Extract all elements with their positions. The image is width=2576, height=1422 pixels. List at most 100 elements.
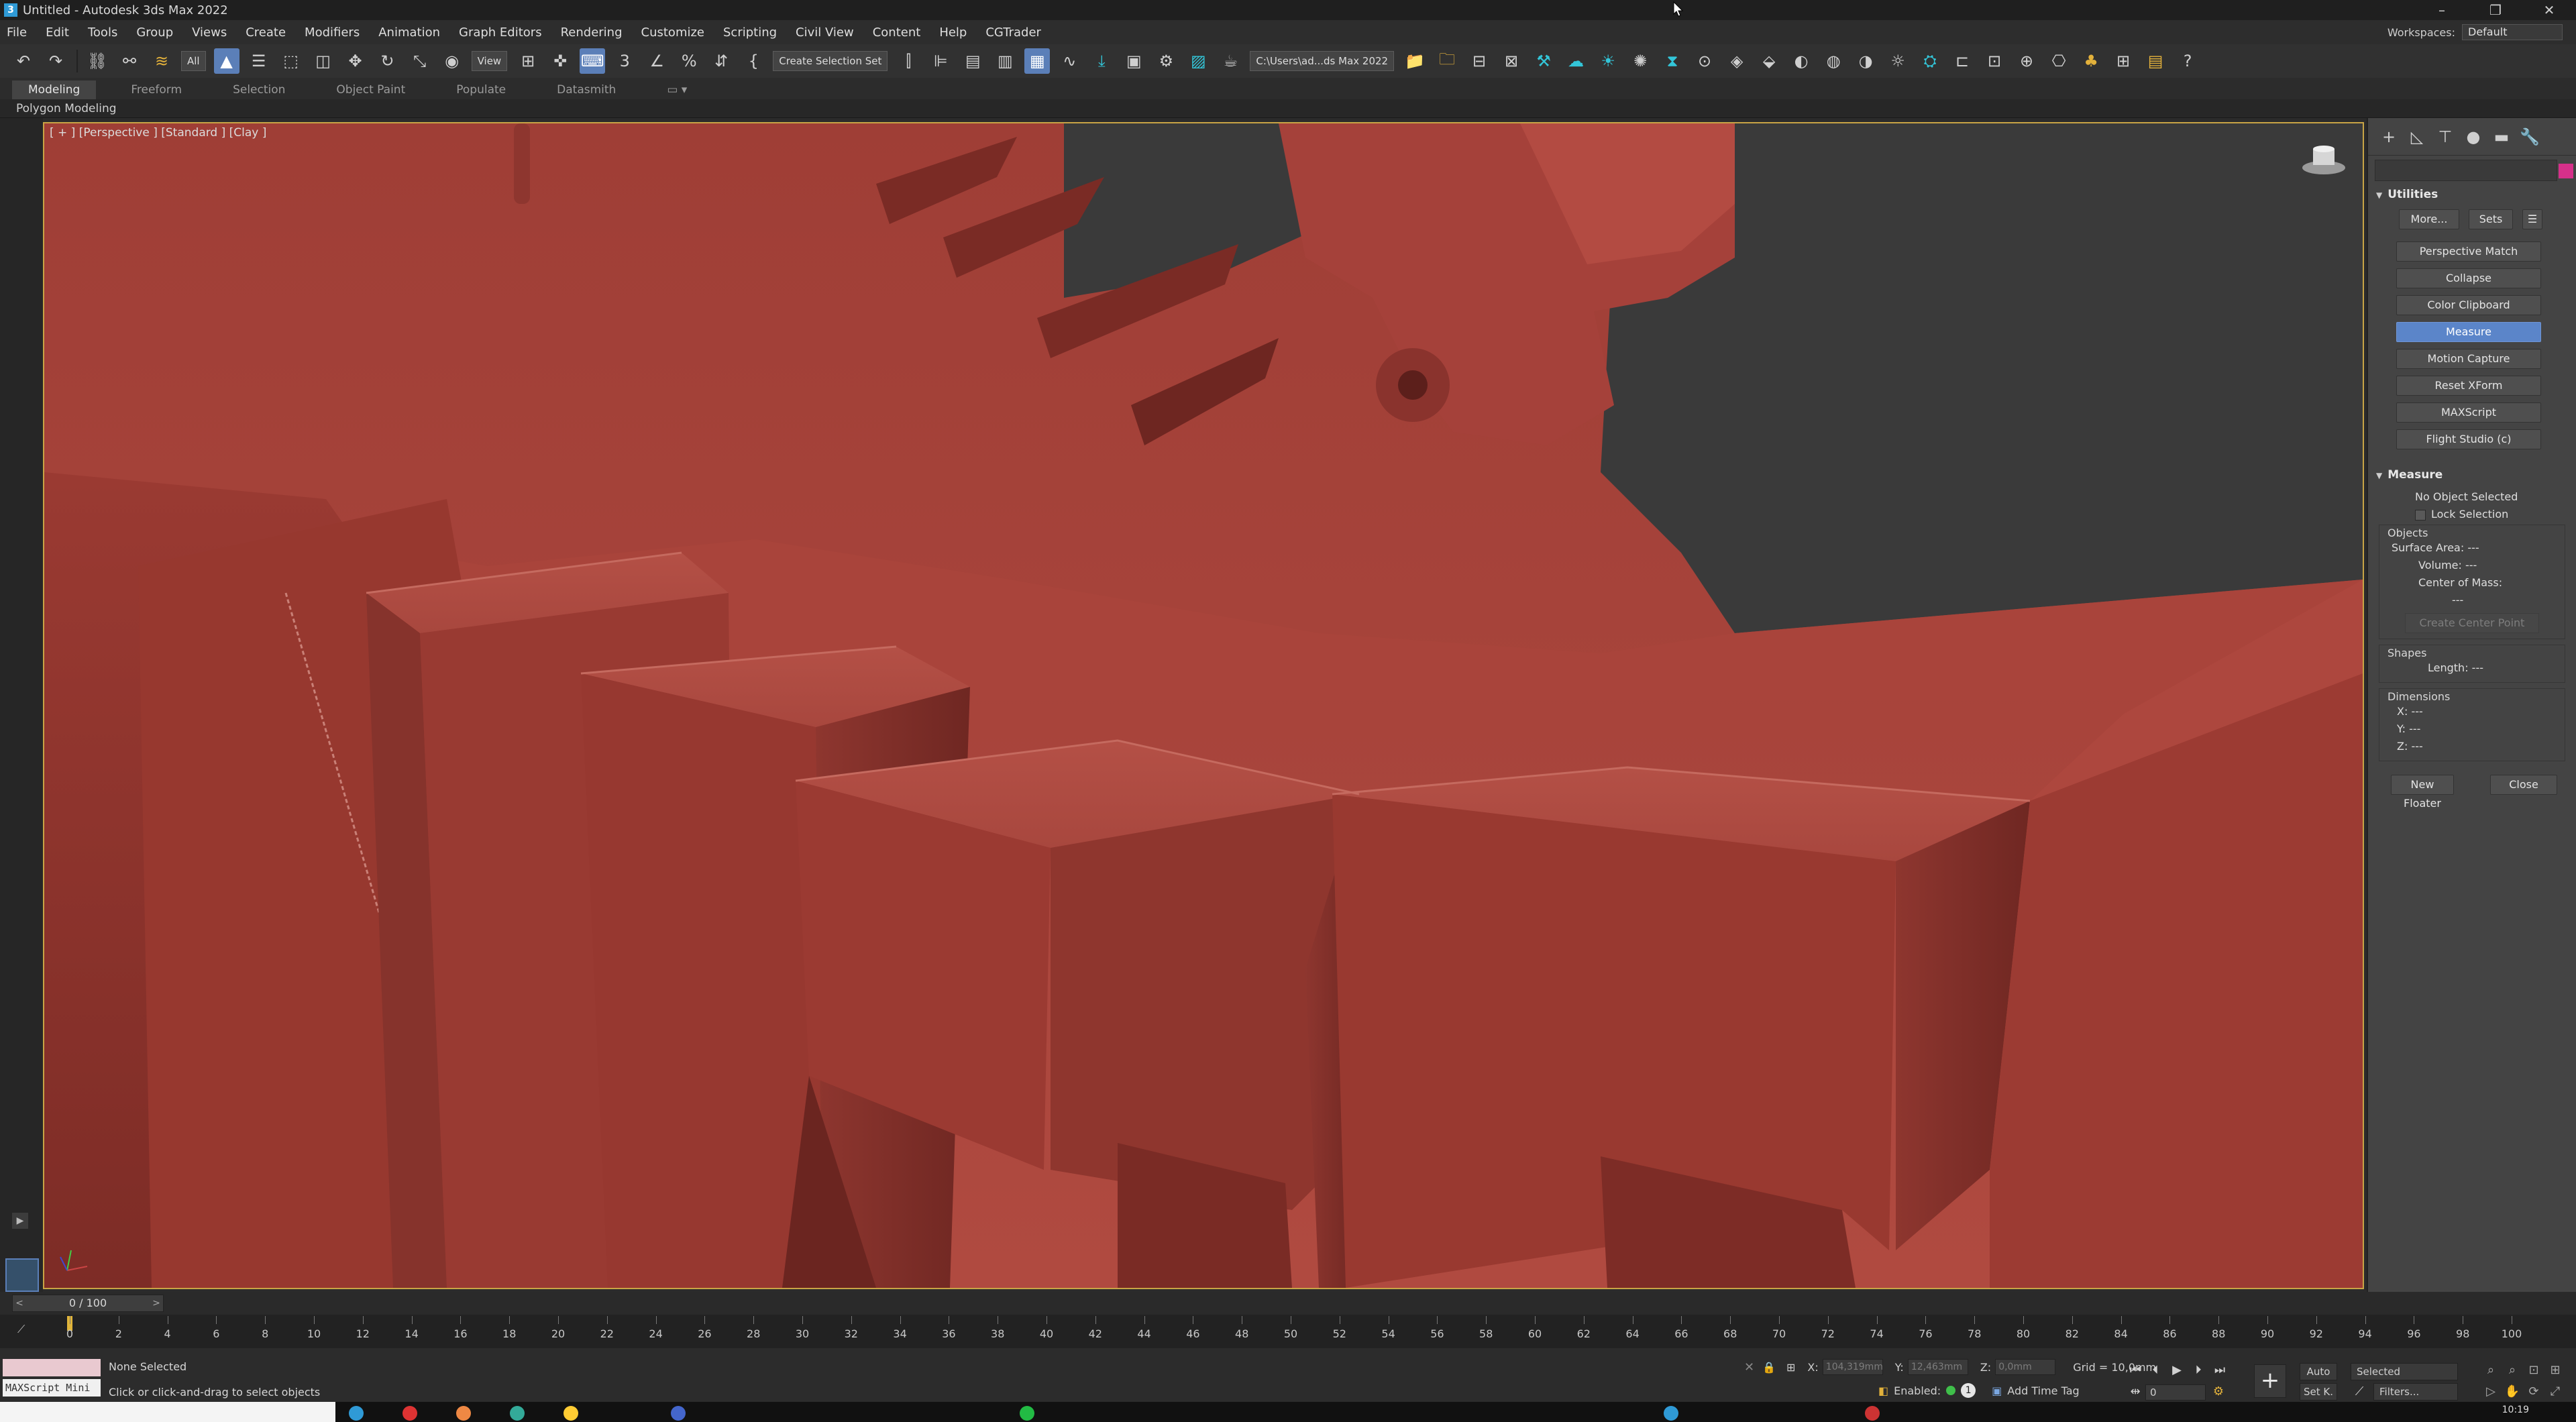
taskbar-search-area[interactable] [0, 1402, 335, 1422]
mirror-tool-icon[interactable]: ⧗ [1660, 48, 1685, 74]
menu-edit[interactable]: Edit [46, 25, 69, 40]
orbit-icon[interactable]: ⟳ [2525, 1383, 2542, 1401]
maximize-viewport-icon[interactable]: ⤢ [2546, 1383, 2564, 1401]
x-coordinate-field[interactable]: 104,319mm [1822, 1359, 1883, 1375]
go-to-start-icon[interactable]: ⏮ [2127, 1362, 2144, 1379]
named-selection-sets-dropdown[interactable]: Create Selection Set [773, 51, 888, 71]
light-lister-icon[interactable]: ☀ [1595, 48, 1621, 74]
project-save-icon[interactable]: ⊟ [1466, 48, 1492, 74]
sun-positioner-icon[interactable]: ✺ [1627, 48, 1653, 74]
tab-populate[interactable]: Populate [440, 80, 522, 99]
next-key-icon[interactable]: ⏵ [2190, 1362, 2207, 1379]
angle-snap-icon[interactable]: ∠ [644, 48, 669, 74]
maxscript-mini-input[interactable]: MAXScript Mini [3, 1379, 101, 1397]
menu-group[interactable]: Group [136, 25, 173, 40]
project-archive-icon[interactable]: ⊠ [1499, 48, 1524, 74]
taskbar-app-icon[interactable] [1865, 1406, 1880, 1421]
collapse-button[interactable]: Collapse [2396, 268, 2541, 288]
taskbar-app-icon[interactable] [456, 1406, 471, 1421]
particle-flow-icon[interactable]: ☁ [1563, 48, 1589, 74]
edit-named-selection-icon[interactable]: { [741, 48, 766, 74]
maxscript-button[interactable]: MAXScript [2396, 402, 2541, 423]
next-frame-icon[interactable]: > [150, 1295, 163, 1311]
hierarchy-tab-icon[interactable]: ⊤ [2431, 123, 2459, 150]
align-icon[interactable]: ⊫ [928, 48, 953, 74]
tool-g-icon[interactable]: ⛭ [1917, 48, 1943, 74]
viewcube-icon[interactable] [2300, 144, 2348, 177]
workspace-dropdown[interactable]: Default [2462, 24, 2563, 40]
select-move-icon[interactable]: ✥ [343, 48, 368, 74]
tab-selection[interactable]: Selection [217, 80, 301, 99]
create-center-point-button[interactable]: Create Center Point [2405, 613, 2539, 633]
tool-c-icon[interactable]: ◐ [1788, 48, 1814, 74]
go-to-end-icon[interactable]: ⏭ [2211, 1362, 2229, 1379]
menu-animation[interactable]: Animation [378, 25, 440, 40]
reference-coordinate-dropdown[interactable]: View [471, 51, 508, 71]
select-rotate-icon[interactable]: ↻ [375, 48, 400, 74]
time-slider[interactable]: < 0 / 100 > [12, 1295, 164, 1312]
motion-capture-button[interactable]: Motion Capture [2396, 349, 2541, 369]
reset-xform-button[interactable]: Reset XForm [2396, 376, 2541, 396]
unlink-icon[interactable]: ⚯ [117, 48, 142, 74]
z-coordinate-field[interactable]: 0,0mm [1995, 1359, 2056, 1375]
selection-lock-icon[interactable]: 🔒 [1762, 1361, 1776, 1374]
track-bar[interactable]: ⟋ 0 2 4 6 8 10 12 14 16 18 20 22 24 26 28 30 32 34 36 38 40 4… [0, 1315, 2576, 1348]
tool-b-icon[interactable]: ⬙ [1756, 48, 1782, 74]
open-mini-curve-editor-icon[interactable]: ⟋ [17, 1323, 25, 1336]
spinner-snap-icon[interactable]: ⇵ [708, 48, 734, 74]
field-of-view-icon[interactable]: ▷ [2482, 1383, 2500, 1401]
y-coordinate-field[interactable]: 12,463mm [1907, 1359, 1968, 1375]
render-setup-icon[interactable]: ⚙ [1153, 48, 1179, 74]
adaptive-degradation-icon[interactable]: ◧ [1878, 1384, 1888, 1397]
menu-create[interactable]: Create [246, 25, 286, 40]
select-scale-icon[interactable]: ⤡ [407, 48, 433, 74]
project-open-icon[interactable]: 📁 [1402, 48, 1428, 74]
flight-studio-button[interactable]: Flight Studio (c) [2396, 429, 2541, 449]
key-filters-button[interactable]: Filters... [2373, 1383, 2458, 1401]
select-manipulate-icon[interactable]: ✜ [547, 48, 573, 74]
previous-key-icon[interactable]: ⏴ [2147, 1362, 2164, 1379]
add-time-tag-button[interactable]: Add Time Tag [2007, 1384, 2079, 1397]
set-key-button[interactable]: Set K. [2300, 1383, 2337, 1401]
tool-n-icon[interactable]: ▤ [2143, 48, 2168, 74]
viewport-layout-thumbnail[interactable] [5, 1258, 39, 1292]
measure-rollout-header[interactable]: ▼ Measure [2368, 466, 2576, 484]
expand-layouts-icon[interactable]: ▶ [12, 1213, 28, 1229]
mirror-icon[interactable]: ⫿ [896, 48, 921, 74]
link-icon[interactable]: ⛓ [85, 48, 110, 74]
new-floater-button[interactable]: New Floater [2391, 775, 2454, 810]
tab-freeform[interactable]: Freeform [115, 80, 198, 99]
menu-modifiers[interactable]: Modifiers [305, 25, 360, 40]
menu-tools[interactable]: Tools [88, 25, 117, 40]
tool-a-icon[interactable]: ◈ [1724, 48, 1750, 74]
help-icon[interactable]: ? [2175, 48, 2200, 74]
tool-h-icon[interactable]: ⊏ [1949, 48, 1975, 74]
menu-civil-view[interactable]: Civil View [796, 25, 854, 40]
keyboard-shortcut-override-icon[interactable]: ⌨ [580, 48, 606, 74]
tab-modeling[interactable]: Modeling [12, 80, 97, 99]
select-by-name-icon[interactable]: ☰ [246, 48, 272, 74]
menu-scripting[interactable]: Scripting [723, 25, 777, 40]
taskbar-app-icon[interactable] [671, 1406, 686, 1421]
time-tag-icon[interactable]: ▣ [1992, 1384, 2002, 1397]
sets-button[interactable]: Sets [2469, 209, 2513, 229]
pivot-center-icon[interactable]: ⊞ [515, 48, 541, 74]
current-frame-field[interactable]: 0 [2145, 1384, 2206, 1401]
more-button[interactable]: More... [2399, 209, 2459, 229]
select-place-icon[interactable]: ◉ [439, 48, 465, 74]
taskbar-app-icon[interactable] [402, 1406, 417, 1421]
percent-snap-icon[interactable]: % [676, 48, 702, 74]
zoom-icon[interactable]: ⌕ [2482, 1362, 2500, 1379]
set-key-icon[interactable]: + [2254, 1364, 2286, 1398]
time-configuration-icon[interactable]: ⚙ [2210, 1383, 2227, 1401]
tool-m-icon[interactable]: ⊞ [2110, 48, 2136, 74]
tool-i-icon[interactable]: ⊡ [1982, 48, 2007, 74]
close-measure-button[interactable]: Close [2490, 775, 2557, 795]
color-clipboard-button[interactable]: Color Clipboard [2396, 295, 2541, 315]
maxscript-output[interactable] [3, 1359, 101, 1376]
tool-e-icon[interactable]: ◑ [1853, 48, 1878, 74]
tool-d-icon[interactable]: ◍ [1821, 48, 1846, 74]
bind-space-warp-icon[interactable]: ≋ [149, 48, 174, 74]
dynamics-icon[interactable]: ⚒ [1531, 48, 1556, 74]
project-folder-dropdown[interactable]: C:\Users\ad...ds Max 2022 [1250, 51, 1395, 71]
